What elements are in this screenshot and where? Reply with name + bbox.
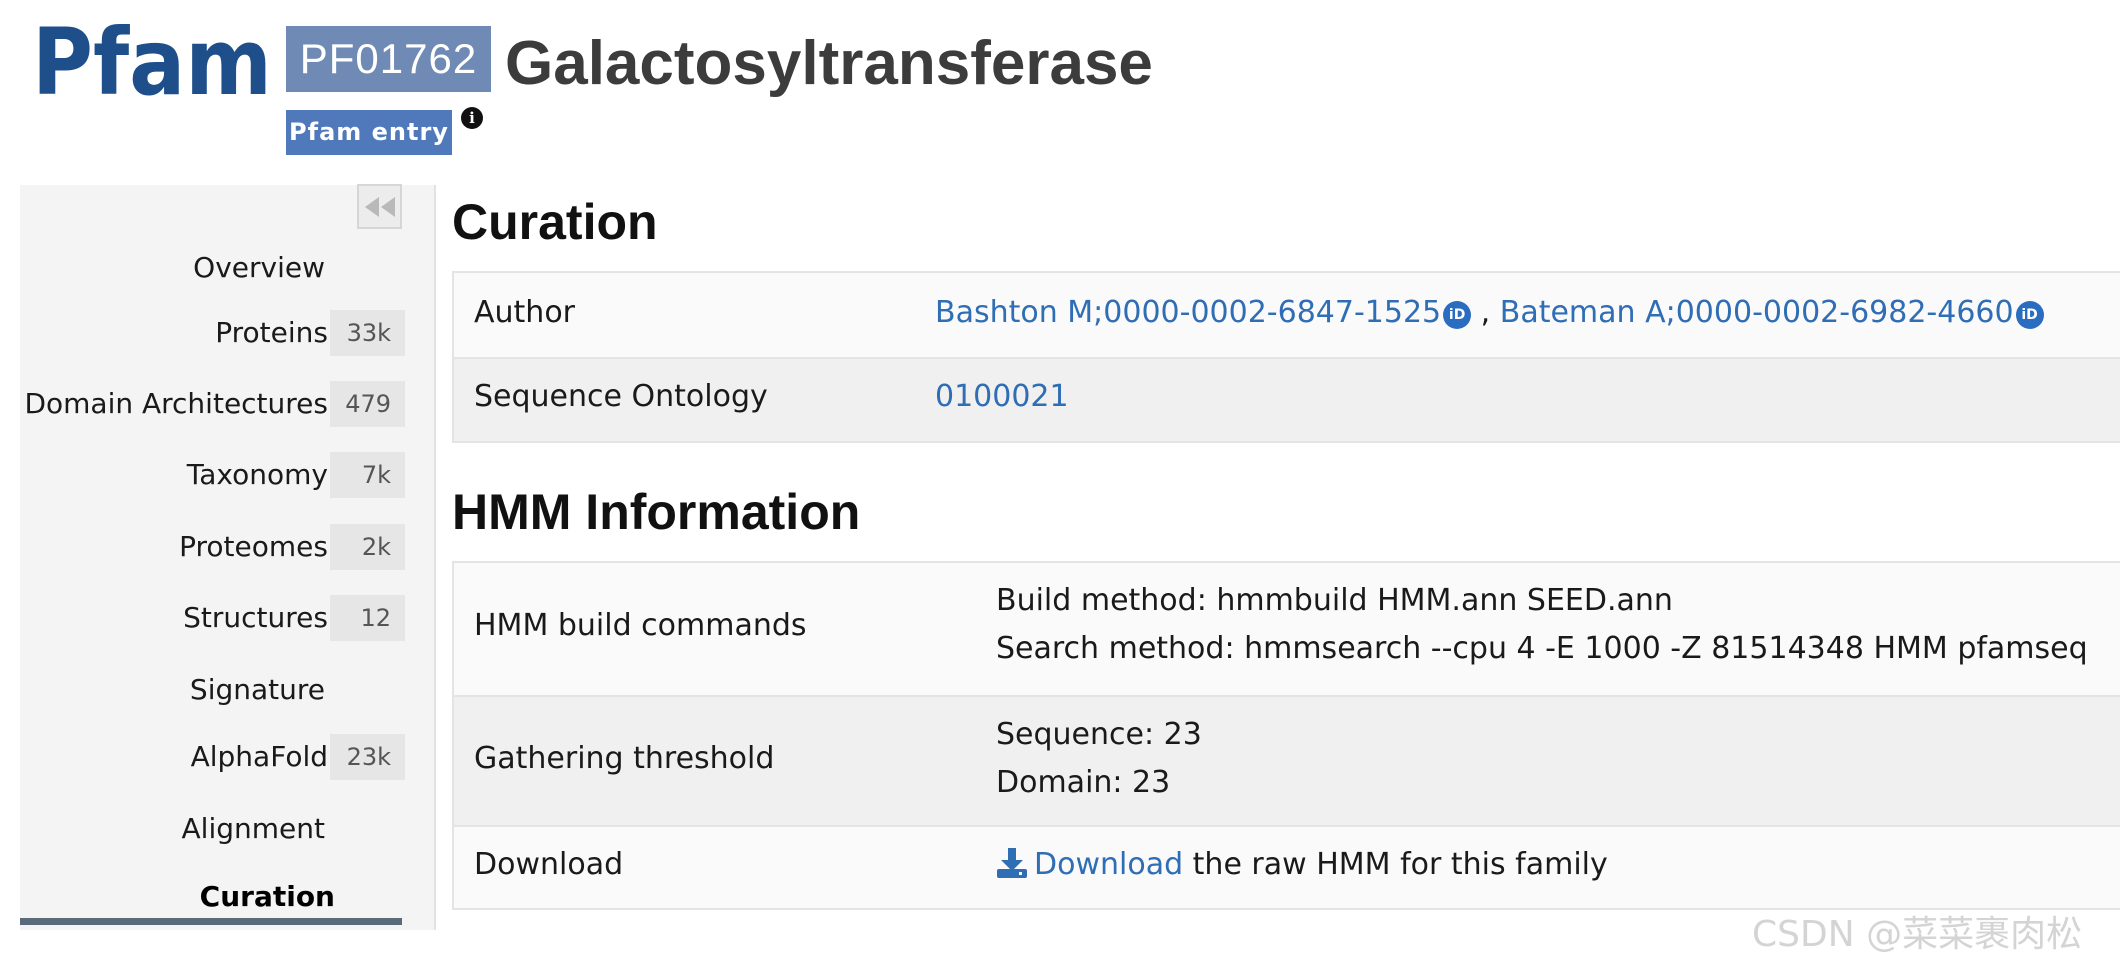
count-badge: 2k (330, 524, 405, 570)
sequence-ontology-label: Sequence Ontology (474, 379, 768, 414)
count-badge: 479 (330, 381, 405, 427)
search-method-text: Search method: hmmsearch --cpu 4 -E 1000… (996, 631, 2088, 666)
orcid-icon[interactable]: iD (2015, 301, 2044, 329)
sequence-ontology-link[interactable]: 0100021 (935, 379, 1069, 414)
svg-text:Pfam: Pfam (32, 20, 272, 104)
hmm-build-label: HMM build commands (474, 608, 807, 643)
count-badge: 7k (330, 452, 405, 498)
sidebar-item-label: Proteins (215, 316, 328, 349)
download-link[interactable]: Download (1034, 847, 1183, 882)
sidebar-item-alphafold[interactable]: AlphaFold 23k (20, 729, 420, 785)
gathering-domain-text: Domain: 23 (996, 765, 1171, 800)
sidebar-divider (434, 185, 436, 930)
page-title: Galactosyltransferase (505, 29, 1153, 98)
author-separator: , (1471, 295, 1500, 330)
orcid-icon[interactable]: iD (1443, 301, 1472, 329)
curation-table: Author Bashton M;0000-0002-6847-1525 iD ,… (452, 271, 2120, 443)
table-row: Download Download the raw HMM for this f… (454, 827, 2120, 910)
sidebar-item-signature[interactable]: Signature (20, 662, 420, 718)
hmm-table: HMM build commands Build method: hmmbuil… (452, 561, 2120, 910)
watermark: CSDN @菜菜裹肉松 (1752, 914, 2083, 955)
sidebar-item-proteomes[interactable]: Proteomes 2k (20, 519, 420, 575)
sidebar-item-label: Signature (189, 673, 325, 706)
gathering-sequence-text: Sequence: 23 (996, 717, 1202, 752)
sidebar-item-curation[interactable]: Curation (20, 869, 420, 925)
author-value: Bashton M;0000-0002-6847-1525 iD , Batema… (935, 295, 2044, 330)
table-row: Author Bashton M;0000-0002-6847-1525 iD ,… (454, 273, 2120, 359)
sidebar-item-structures[interactable]: Structures 12 (20, 590, 420, 646)
sidebar-item-label: Alignment (181, 812, 325, 845)
sidebar-item-alignment[interactable]: Alignment (20, 801, 420, 857)
author-link[interactable]: Bashton M;0000-0002-6847-1525 (935, 295, 1441, 330)
download-value: Download the raw HMM for this family (996, 847, 1608, 882)
download-description: the raw HMM for this family (1183, 847, 1608, 882)
download-label: Download (474, 847, 624, 882)
author-label: Author (474, 295, 576, 330)
double-chevron-left-icon (364, 196, 395, 217)
sidebar-item-domain-architectures[interactable]: Domain Architectures 479 (20, 376, 420, 432)
gathering-threshold-label: Gathering threshold (474, 741, 775, 776)
sidebar-item-label: AlphaFold (190, 740, 328, 773)
sidebar-item-label: Proteomes (179, 530, 328, 563)
sidebar-item-label: Domain Architectures (24, 387, 328, 420)
entry-type-badge: Pfam entry (286, 110, 452, 155)
build-method-text: Build method: hmmbuild HMM.ann SEED.ann (996, 583, 1673, 618)
download-icon[interactable] (996, 847, 1028, 879)
pfam-logo-image: Pfam (32, 20, 272, 104)
sidebar-item-label: Taxonomy (186, 458, 328, 491)
author-link[interactable]: Bateman A;0000-0002-6982-4660 (1500, 295, 2014, 330)
hmm-heading: HMM Information (452, 484, 861, 540)
sidebar-item-label: Structures (183, 601, 328, 634)
count-badge: 12 (330, 595, 405, 641)
active-indicator (20, 918, 402, 925)
table-row: HMM build commands Build method: hmmbuil… (454, 563, 2120, 697)
count-badge: 23k (330, 734, 405, 780)
sidebar-item-label: Curation (199, 880, 335, 913)
sidebar-nav: Overview Proteins 33k Domain Architectur… (20, 185, 435, 930)
curation-heading: Curation (452, 194, 658, 250)
count-badge: 33k (330, 310, 405, 356)
sidebar-item-proteins[interactable]: Proteins 33k (20, 305, 420, 361)
sidebar-item-overview[interactable]: Overview (20, 240, 420, 296)
pfam-logo[interactable]: Pfam (32, 20, 272, 104)
sidebar-item-label: Overview (193, 251, 325, 284)
table-row: Sequence Ontology 0100021 (454, 359, 2120, 443)
accession-badge: PF01762 (286, 26, 491, 92)
table-row: Gathering threshold Sequence: 23 Domain:… (454, 697, 2120, 827)
sidebar-item-taxonomy[interactable]: Taxonomy 7k (20, 447, 420, 503)
info-icon[interactable]: i (461, 107, 483, 129)
collapse-sidebar-button[interactable] (357, 184, 402, 229)
